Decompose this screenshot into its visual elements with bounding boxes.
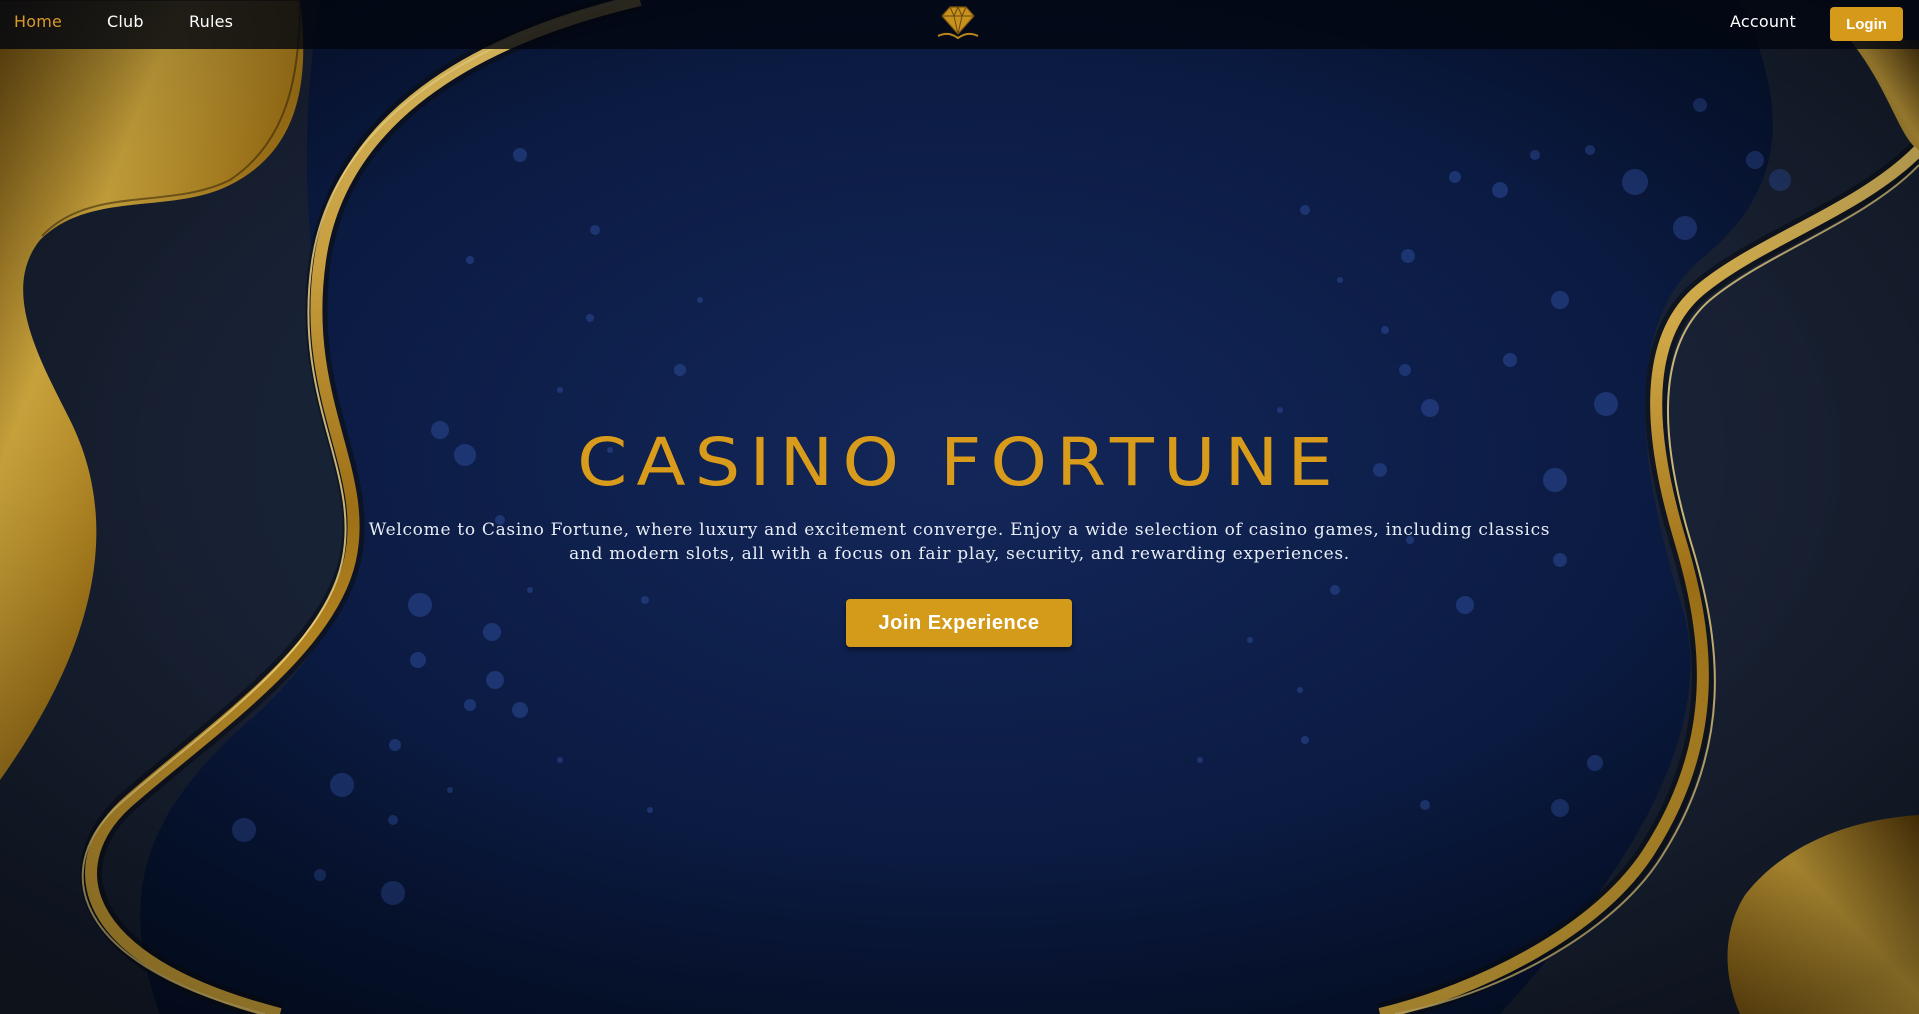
- nav-club-link[interactable]: Club: [107, 12, 144, 31]
- casino-landing-page: Home Club Rules Account Login CASINO FOR…: [0, 0, 1919, 1014]
- diamond-logo-icon[interactable]: [934, 2, 982, 42]
- nav-home-link[interactable]: Home: [14, 12, 62, 31]
- hero-description: Welcome to Casino Fortune, where luxury …: [368, 520, 1551, 564]
- nav-rules-link[interactable]: Rules: [189, 12, 233, 31]
- top-navigation-bar: Home Club Rules Account Login: [0, 0, 1919, 49]
- hero-title: CASINO FORTUNE: [577, 423, 1342, 501]
- nav-account-link[interactable]: Account: [1730, 12, 1796, 31]
- join-experience-button[interactable]: Join Experience: [846, 599, 1072, 647]
- login-button[interactable]: Login: [1830, 7, 1903, 41]
- background-artwork: [0, 0, 1919, 1014]
